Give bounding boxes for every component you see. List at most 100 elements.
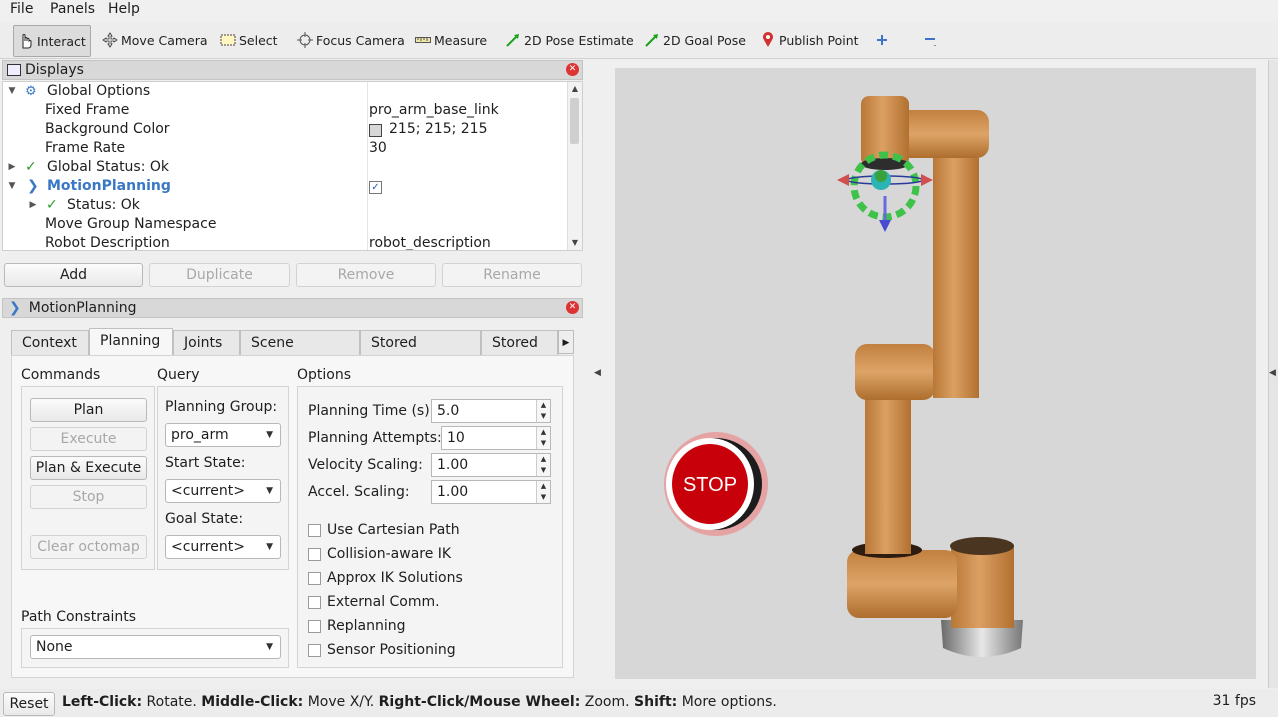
planning-attempts-spinbox[interactable]: 10 ▲ ▼ [441,426,551,450]
spin-arrows-icon[interactable]: ▲ ▼ [536,400,550,422]
marker-arrow-left[interactable] [837,174,849,186]
accel-scaling-spinbox[interactable]: 1.00 ▲ ▼ [431,480,551,504]
minus-icon [922,32,938,48]
collapse-left-icon[interactable]: ◀ [594,368,601,378]
tree-label: Robot Description [45,235,170,251]
menu-help[interactable]: Help [108,0,140,20]
interact-tool-button[interactable]: Interact [13,25,91,57]
planning-time-label: Planning Time (s): [308,403,435,419]
chevron-right-icon[interactable]: ▶ [7,158,17,177]
plus-icon [874,32,890,48]
tree-scrollbar[interactable]: ▲ ▼ [567,82,582,250]
chevron-right-icon[interactable]: ▶ [28,196,38,215]
ruler-icon [415,32,431,48]
close-icon[interactable]: ✕ [566,63,579,76]
frame-rate-value[interactable]: 30 [369,139,387,158]
execute-button[interactable]: Execute [30,427,147,451]
plan-and-execute-button[interactable]: Plan & Execute [30,456,147,480]
interact-label: Interact [37,33,86,49]
reset-button[interactable]: Reset [3,692,55,716]
velocity-scaling-spinbox[interactable]: 1.00 ▲ ▼ [431,453,551,477]
interactive-marker-center[interactable] [875,170,887,182]
velocity-scaling-label: Velocity Scaling: [308,457,423,473]
tab-scroll-right-icon[interactable]: ▶ [558,330,574,354]
tab-context[interactable]: Context [11,330,89,355]
tree-label: Frame Rate [45,140,126,156]
menu-panels[interactable]: Panels [50,0,95,20]
planning-time-spinbox[interactable]: 5.0 ▲ ▼ [431,399,551,423]
accel-scaling-value: 1.00 [437,484,469,500]
tree-row-background-color[interactable]: Background Color 215; 215; 215 [3,120,569,139]
robot-description-value[interactable]: robot_description [369,234,491,250]
color-swatch[interactable] [369,124,382,137]
sensor-positioning-checkbox[interactable] [308,644,321,657]
tree-row-fixed-frame[interactable]: Fixed Frame pro_arm_base_link [3,101,569,120]
close-icon[interactable]: ✕ [566,301,579,314]
spin-arrows-icon[interactable]: ▲ ▼ [536,427,550,449]
background-color-value[interactable]: 215; 215; 215 [389,120,488,139]
replanning-checkbox[interactable] [308,620,321,633]
external-comm-checkbox[interactable] [308,596,321,609]
duplicate-button[interactable]: Duplicate [149,263,290,287]
tree-row-global-status[interactable]: ▶ ✓ Global Status: Ok [3,158,569,177]
marker-arrow-down[interactable] [879,220,891,232]
path-constraints-select[interactable]: None ▼ [30,635,281,659]
3d-viewport[interactable]: STOP [615,68,1256,679]
remove-tool-button[interactable] [922,25,941,55]
start-state-select[interactable]: <current> ▼ [165,479,281,503]
tab-joints[interactable]: Joints [173,330,240,355]
spin-arrows-icon[interactable]: ▲ ▼ [536,481,550,503]
remove-button[interactable]: Remove [296,263,436,287]
start-state-label: Start State: [165,455,246,471]
tab-stored-scenes[interactable]: Stored Scenes [360,330,481,376]
displays-panel-title: Displays ✕ [2,60,583,80]
planning-group-select[interactable]: pro_arm ▼ [165,423,281,447]
approx-ik-checkbox[interactable] [308,572,321,585]
planning-group-value: pro_arm [171,427,229,443]
planning-group-label: Planning Group: [165,399,278,415]
spin-arrows-icon[interactable]: ▲ ▼ [536,454,550,476]
select-label: Select [239,32,278,48]
checkmark-icon: ✓ [46,197,58,213]
clear-octomap-button[interactable]: Clear octomap [30,535,147,559]
measure-label: Measure [434,32,488,48]
use-cartesian-path-checkbox[interactable] [308,524,321,537]
tree-row-frame-rate[interactable]: Frame Rate 30 [3,139,569,158]
focus-camera-tool-button[interactable]: Focus Camera [297,25,405,55]
plan-button[interactable]: Plan [30,398,147,422]
status-bar: Reset Left-Click: Rotate. Middle-Click: … [0,689,1278,717]
pose-estimate-tool-button[interactable]: 2D Pose Estimate [505,25,634,55]
collision-aware-ik-checkbox[interactable] [308,548,321,561]
fixed-frame-value[interactable]: pro_arm_base_link [369,101,499,120]
chevron-down-icon[interactable]: ▼ [7,82,17,101]
tree-row-status-ok[interactable]: ▶ ✓ Status: Ok [3,196,569,215]
tree-row-motion-planning[interactable]: ▼ ❯ MotionPlanning ✓ [3,177,569,196]
accel-scaling-label: Accel. Scaling: [308,484,410,500]
rename-button[interactable]: Rename [442,263,582,287]
stop-button[interactable]: Stop [30,485,147,509]
move-camera-tool-button[interactable]: Move Camera [102,25,208,55]
tab-stored-states[interactable]: Stored S [481,330,558,355]
tab-scene-objects[interactable]: Scene Objects [240,330,360,376]
measure-tool-button[interactable]: Measure [415,25,487,55]
marker-arrow-right[interactable] [921,174,933,186]
chevron-down-icon[interactable]: ▼ [7,177,17,196]
tree-row-move-group-namespace[interactable]: Move Group Namespace [3,215,569,234]
collapse-right-icon[interactable]: ◀ [1269,368,1276,378]
tree-row-robot-description[interactable]: Robot Description robot_description [3,234,569,251]
add-button[interactable]: Add [4,263,143,287]
goal-state-select[interactable]: <current> ▼ [165,535,281,559]
monitor-icon [7,64,21,76]
publish-point-tool-button[interactable]: Publish Point [760,25,859,55]
menu-file[interactable]: File [10,0,33,20]
path-constraints-value: None [36,639,73,655]
add-tool-button[interactable] [874,25,893,55]
use-cartesian-path-label: Use Cartesian Path [327,522,460,538]
goal-pose-tool-button[interactable]: 2D Goal Pose [644,25,746,55]
tree-row-global-options[interactable]: ▼ ⚙ Global Options [3,82,569,101]
tab-planning[interactable]: Planning [89,328,173,356]
enabled-checkbox[interactable]: ✓ [369,181,382,194]
focus-camera-label: Focus Camera [316,32,405,48]
select-tool-button[interactable]: Select [220,25,278,55]
robot-shoulder-link [847,550,957,618]
